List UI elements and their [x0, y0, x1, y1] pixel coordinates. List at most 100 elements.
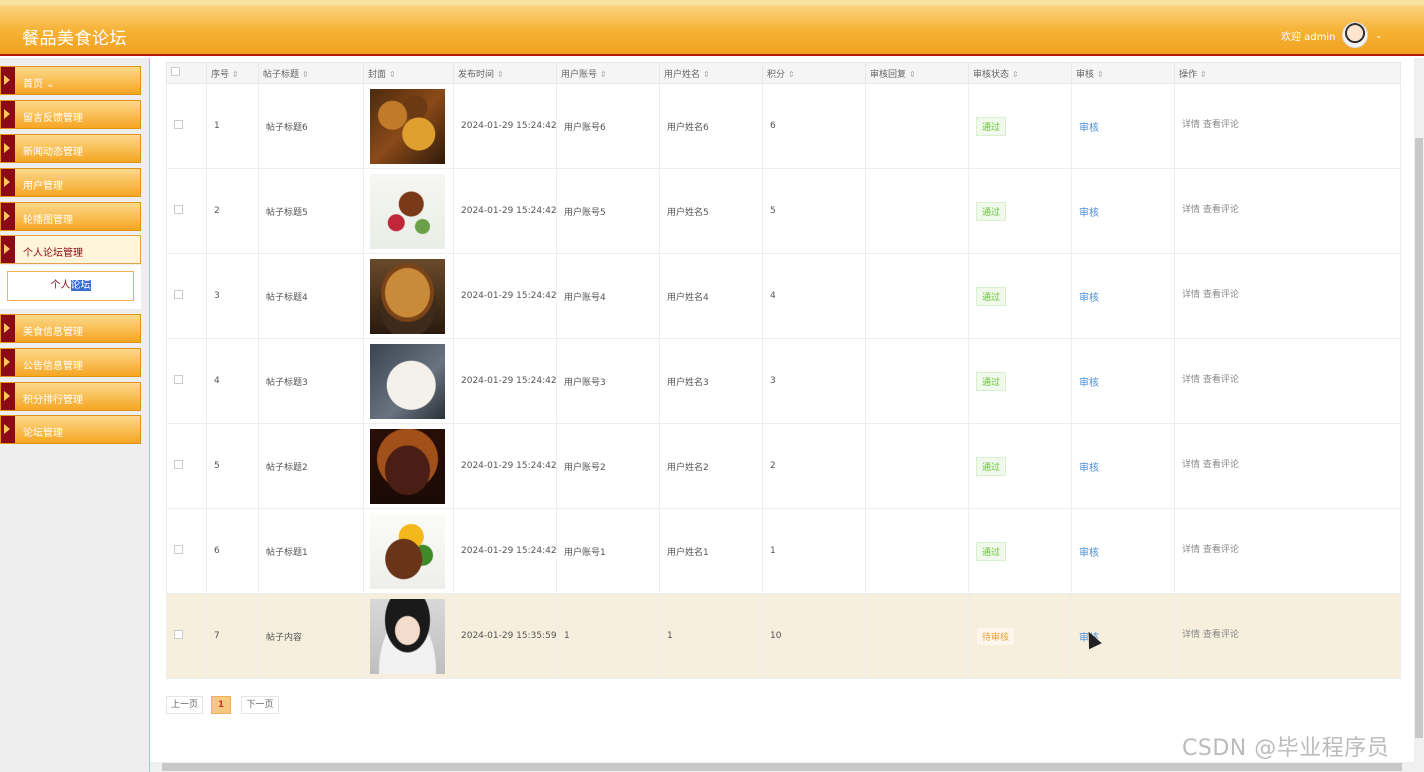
sidebar-item-feedback[interactable]: 留言反馈管理: [0, 100, 141, 129]
vertical-scrollbar[interactable]: [1414, 58, 1424, 762]
table-header-row: 序号 ⇕ 帖子标题 ⇕ 封面 ⇕ 发布时间 ⇕ 用户账号 ⇕ 用户姓名 ⇕ 积分 ⇕ 审核回复…: [166, 62, 1401, 84]
view-comments-link[interactable]: 查看评论: [1203, 375, 1239, 385]
cell-name: 用户姓名2: [659, 423, 763, 509]
next-page-button[interactable]: 下一页: [241, 696, 279, 714]
cell-title: 帖子标题1: [258, 508, 364, 594]
detail-link[interactable]: 详情: [1182, 545, 1200, 555]
header-audit[interactable]: 审核 ⇕: [1071, 62, 1175, 84]
sidebar-item-notices[interactable]: 公告信息管理: [0, 348, 141, 377]
view-comments-link[interactable]: 查看评论: [1203, 120, 1239, 130]
submenu-item-personal-forum[interactable]: 个人论坛: [7, 271, 134, 301]
sort-arrows-icon[interactable]: ⇕: [497, 70, 504, 79]
row-checkbox[interactable]: [166, 593, 207, 679]
horizontal-scrollbar[interactable]: [150, 762, 1424, 772]
cover-image[interactable]: [370, 88, 445, 164]
view-comments-link[interactable]: 查看评论: [1203, 545, 1239, 555]
sort-arrows-icon[interactable]: ⇕: [909, 70, 916, 79]
sidebar-item-food-info[interactable]: 美食信息管理: [0, 314, 141, 343]
detail-link[interactable]: 详情: [1182, 290, 1200, 300]
chevron-down-icon[interactable]: ⌄: [1375, 31, 1383, 41]
detail-link[interactable]: 详情: [1182, 630, 1200, 640]
detail-link[interactable]: 详情: [1182, 205, 1200, 215]
cell-index: 5: [206, 423, 259, 509]
sort-arrows-icon[interactable]: ⇕: [1012, 70, 1019, 79]
sidebar-item-users[interactable]: 用户管理: [0, 168, 141, 197]
row-checkbox[interactable]: [166, 168, 207, 254]
row-checkbox[interactable]: [166, 253, 207, 339]
cell-title: 帖子内容: [258, 593, 364, 679]
scrollbar-thumb[interactable]: [1415, 138, 1423, 738]
cell-title: 帖子标题3: [258, 338, 364, 424]
sort-arrows-icon[interactable]: ⇕: [1097, 70, 1104, 79]
cover-image[interactable]: [370, 513, 445, 589]
header-name[interactable]: 用户姓名 ⇕: [659, 62, 763, 84]
table-row[interactable]: 4 帖子标题3 2024-01-29 15:24:42 用户账号3 用户姓名3 3 通过 审核…: [166, 338, 1401, 424]
sidebar-item-news[interactable]: 新闻动态管理: [0, 134, 141, 163]
detail-link[interactable]: 详情: [1182, 460, 1200, 470]
table-row[interactable]: 5 帖子标题2 2024-01-29 15:24:42 用户账号2 用户姓名2 2 通过 审核…: [166, 423, 1401, 509]
detail-link[interactable]: 详情: [1182, 375, 1200, 385]
cell-reply: [865, 253, 969, 339]
cell-ops: 详情 查看评论: [1174, 593, 1401, 679]
audit-link[interactable]: 审核: [1079, 463, 1099, 474]
prev-page-button[interactable]: 上一页: [166, 696, 203, 714]
view-comments-link[interactable]: 查看评论: [1203, 205, 1239, 215]
page-1-button[interactable]: 1: [211, 696, 231, 714]
table-row[interactable]: 7 帖子内容 2024-01-29 15:35:59 1 1 10 待审核 审核 详情 查看评论: [166, 593, 1401, 679]
cover-image[interactable]: [370, 258, 445, 334]
header-status[interactable]: 审核状态 ⇕: [968, 62, 1072, 84]
cell-audit: 审核: [1071, 168, 1175, 254]
sidebar-item-personal-forum[interactable]: 个人论坛管理: [0, 235, 141, 264]
header-account[interactable]: 用户账号 ⇕: [556, 62, 660, 84]
cell-points: 5: [762, 168, 866, 254]
user-avatar-icon[interactable]: [1342, 22, 1368, 48]
cell-audit: 审核: [1071, 338, 1175, 424]
cover-image[interactable]: [370, 428, 445, 504]
table-row[interactable]: 1 帖子标题6 2024-01-29 15:24:42 用户账号6 用户姓名6 6 通过 审核…: [166, 83, 1401, 169]
sort-arrows-icon[interactable]: ⇕: [302, 70, 309, 79]
cell-ops: 详情 查看评论: [1174, 508, 1401, 594]
sidebar-item-ranking[interactable]: 积分排行管理: [0, 382, 141, 411]
cell-reply: [865, 423, 969, 509]
table-row[interactable]: 6 帖子标题1 2024-01-29 15:24:42 用户账号1 用户姓名1 1 通过 审核…: [166, 508, 1401, 594]
detail-link[interactable]: 详情: [1182, 120, 1200, 130]
select-all-checkbox[interactable]: [166, 62, 207, 84]
header-title[interactable]: 帖子标题 ⇕: [258, 62, 364, 84]
sort-arrows-icon[interactable]: ⇕: [600, 70, 607, 79]
audit-link[interactable]: 审核: [1079, 293, 1099, 304]
audit-link[interactable]: 审核: [1079, 548, 1099, 559]
cover-image[interactable]: [370, 173, 445, 249]
sort-arrows-icon[interactable]: ⇕: [232, 70, 239, 79]
row-checkbox[interactable]: [166, 508, 207, 594]
sidebar-item-home[interactable]: 首页 ⌄: [0, 66, 141, 95]
header-ops[interactable]: 操作 ⇕: [1174, 62, 1401, 84]
header-reply[interactable]: 审核回复 ⇕: [865, 62, 969, 84]
sort-arrows-icon[interactable]: ⇕: [1200, 70, 1207, 79]
view-comments-link[interactable]: 查看评论: [1203, 290, 1239, 300]
header-points[interactable]: 积分 ⇕: [762, 62, 866, 84]
audit-link[interactable]: 审核: [1079, 208, 1099, 219]
cover-image[interactable]: [370, 343, 445, 419]
scrollbar-thumb[interactable]: [162, 763, 1402, 771]
row-checkbox[interactable]: [166, 83, 207, 169]
cell-account: 用户账号4: [556, 253, 660, 339]
row-checkbox[interactable]: [166, 423, 207, 509]
header-cover[interactable]: 封面 ⇕: [363, 62, 454, 84]
view-comments-link[interactable]: 查看评论: [1203, 630, 1239, 640]
sort-arrows-icon[interactable]: ⇕: [389, 70, 396, 79]
cell-ops: 详情 查看评论: [1174, 253, 1401, 339]
sort-arrows-icon[interactable]: ⇕: [703, 70, 710, 79]
table-row[interactable]: 2 帖子标题5 2024-01-29 15:24:42 用户账号5 用户姓名5 5 通过 审核…: [166, 168, 1401, 254]
audit-link[interactable]: 审核: [1079, 378, 1099, 389]
view-comments-link[interactable]: 查看评论: [1203, 460, 1239, 470]
sidebar-item-carousel[interactable]: 轮播图管理: [0, 202, 141, 231]
row-checkbox[interactable]: [166, 338, 207, 424]
cover-image[interactable]: [370, 598, 445, 674]
header-time[interactable]: 发布时间 ⇕: [453, 62, 557, 84]
header-index[interactable]: 序号 ⇕: [206, 62, 259, 84]
sidebar-item-forum[interactable]: 论坛管理: [0, 415, 141, 444]
sort-arrows-icon[interactable]: ⇕: [788, 70, 795, 79]
cell-cover: [363, 593, 454, 679]
audit-link[interactable]: 审核: [1079, 123, 1099, 134]
table-row[interactable]: 3 帖子标题4 2024-01-29 15:24:42 用户账号4 用户姓名4 4 通过 审核…: [166, 253, 1401, 339]
